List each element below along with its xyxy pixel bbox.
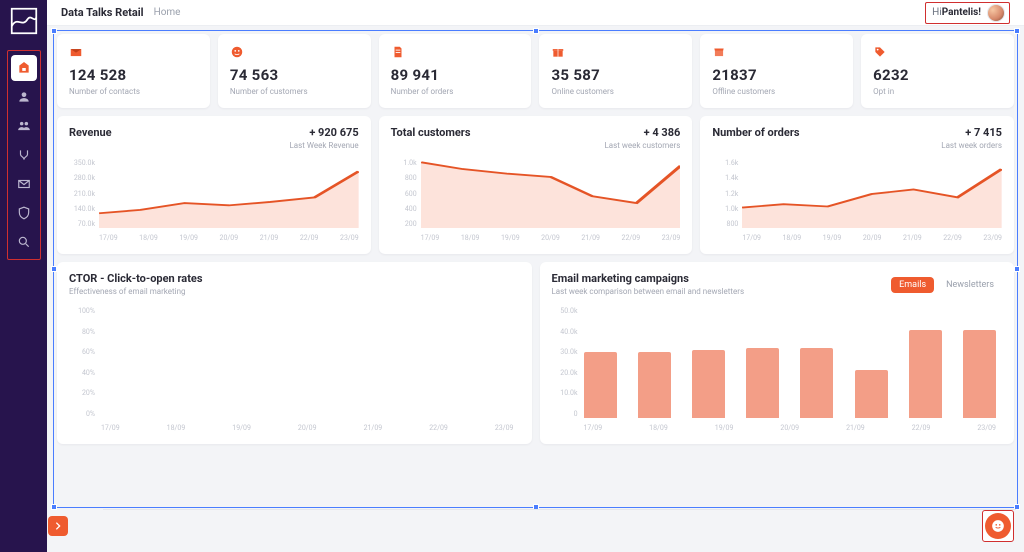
kpi-contacts[interactable]: 124 528 Number of contacts: [57, 34, 210, 108]
chart-title: Email marketing campaigns: [552, 272, 745, 285]
kpi-label: Offline customers: [712, 87, 841, 96]
chart-email-campaigns[interactable]: Email marketing campaigns Last week comp…: [540, 262, 1015, 444]
expand-sidebar-button[interactable]: [48, 516, 68, 536]
kpi-label: Number of contacts: [69, 87, 198, 96]
kpi-label: Number of customers: [230, 87, 359, 96]
sidebar-item-home[interactable]: [11, 55, 37, 81]
y-axis-labels: 100%80%60%40%20%0%: [69, 308, 97, 418]
chevron-right-icon: [53, 521, 63, 531]
chart-plot: 50.0k40.0k30.0k20.0k10.0k0 17/0918/0919/…: [552, 308, 1003, 432]
chart-delta: + 920 675: [290, 126, 359, 139]
doc-icon: [391, 44, 405, 58]
y-axis-labels: 1.0k800600400200: [391, 160, 419, 228]
footer-divider: [103, 509, 1016, 510]
kpi-row: 124 528 Number of contacts 74 563 Number…: [57, 34, 1014, 108]
mail-icon: [69, 44, 83, 58]
x-axis-labels: 17/0918/0919/0920/0921/0922/0923/09: [584, 424, 997, 432]
kpi-offline[interactable]: 21837 Offline customers: [700, 34, 853, 108]
kpi-value: 124 528: [69, 66, 198, 84]
bottom-charts-row: CTOR - Click-to-open rates Effectiveness…: [57, 262, 1014, 444]
kpi-orders[interactable]: 89 941 Number of orders: [379, 34, 532, 108]
y-axis-labels: 1.6k1.4k1.2k1.0k800: [712, 160, 740, 228]
tag-icon: [873, 44, 887, 58]
sidebar-item-automations[interactable]: [11, 142, 37, 168]
breadcrumb[interactable]: Home: [154, 7, 181, 18]
x-axis-labels: 17/0918/0919/0920/0921/0922/0923/09: [421, 234, 681, 242]
greeting-prefix: Hi: [932, 7, 942, 18]
kpi-label: Opt in: [873, 87, 1002, 96]
chart-subtitle: Last Week Revenue: [290, 141, 359, 150]
x-axis-labels: 17/0918/0919/0920/0921/0922/0923/09: [101, 424, 514, 432]
chart-plot: 1.6k1.4k1.2k1.0k800 17/0918/0919/0920/09…: [712, 160, 1002, 242]
kpi-value: 74 563: [230, 66, 359, 84]
chart-subtitle: Last week customers: [604, 141, 680, 150]
kpi-value: 35 587: [551, 66, 680, 84]
app-logo[interactable]: [9, 6, 39, 36]
chart-subtitle: Effectiveness of email marketing: [69, 287, 520, 296]
sidebar-item-search[interactable]: [11, 229, 37, 255]
kpi-customers[interactable]: 74 563 Number of customers: [218, 34, 371, 108]
chart-revenue[interactable]: Revenue + 920 675 Last Week Revenue 350.…: [57, 116, 371, 254]
chart-delta: + 7 415: [941, 126, 1002, 139]
x-axis-labels: 17/0918/0919/0920/0921/0922/0923/09: [742, 234, 1002, 242]
sidebar: [0, 0, 47, 552]
chart-plot: 100%80%60%40%20%0% 17/0918/0919/0920/092…: [69, 308, 520, 432]
nav-group-highlight: [7, 50, 41, 260]
chart-delta: + 4 386: [604, 126, 680, 139]
y-axis-labels: 50.0k40.0k30.0k20.0k10.0k0: [552, 308, 580, 418]
avatar[interactable]: [987, 4, 1005, 22]
emk-bars: [584, 308, 997, 418]
tab-newsletters[interactable]: Newsletters: [938, 277, 1002, 293]
kpi-label: Number of orders: [391, 87, 520, 96]
chart-total-customers[interactable]: Total customers + 4 386 Last week custom…: [379, 116, 693, 254]
charts-row: Revenue + 920 675 Last Week Revenue 350.…: [57, 116, 1014, 254]
app-title: Data Talks Retail: [61, 6, 144, 19]
kpi-value: 21837: [712, 66, 841, 84]
sidebar-item-shield[interactable]: [11, 200, 37, 226]
chart-plot: 1.0k800600400200 17/0918/0919/0920/0921/…: [391, 160, 681, 242]
chat-smile-icon: [991, 519, 1005, 533]
gift-icon: [551, 44, 565, 58]
kpi-online[interactable]: 35 587 Online customers: [539, 34, 692, 108]
main-area: 124 528 Number of contacts 74 563 Number…: [47, 26, 1024, 552]
chart-title: CTOR - Click-to-open rates: [69, 272, 520, 285]
chart-title: Total customers: [391, 126, 471, 139]
x-axis-labels: 17/0918/0919/0920/0921/0922/0923/09: [99, 234, 359, 242]
kpi-optin[interactable]: 6232 Opt in: [861, 34, 1014, 108]
topbar: Data Talks Retail Home Hi Pantelis!: [47, 0, 1024, 26]
chart-plot: 350.0k280.0k210.0k140.0k70.0k 17/0918/09…: [69, 160, 359, 242]
user-greeting-box[interactable]: Hi Pantelis!: [925, 2, 1010, 24]
tab-switch: Emails Newsletters: [891, 272, 1002, 293]
chat-fab[interactable]: [982, 510, 1014, 542]
chart-subtitle: Last week comparison between email and n…: [552, 287, 745, 296]
chart-number-of-orders[interactable]: Number of orders + 7 415 Last week order…: [700, 116, 1014, 254]
sidebar-item-contacts[interactable]: [11, 84, 37, 110]
greeting-name: Pantelis!: [942, 7, 981, 18]
sidebar-item-mail[interactable]: [11, 171, 37, 197]
chart-title: Revenue: [69, 126, 112, 139]
ctor-bars: [101, 308, 514, 418]
kpi-value: 6232: [873, 66, 1002, 84]
chart-title: Number of orders: [712, 126, 799, 139]
tab-emails[interactable]: Emails: [891, 277, 934, 293]
sidebar-item-segments[interactable]: [11, 113, 37, 139]
chart-ctor[interactable]: CTOR - Click-to-open rates Effectiveness…: [57, 262, 532, 444]
chart-subtitle: Last week orders: [941, 141, 1002, 150]
smile-icon: [230, 44, 244, 58]
store-icon: [712, 44, 726, 58]
kpi-value: 89 941: [391, 66, 520, 84]
kpi-label: Online customers: [551, 87, 680, 96]
y-axis-labels: 350.0k280.0k210.0k140.0k70.0k: [69, 160, 97, 228]
